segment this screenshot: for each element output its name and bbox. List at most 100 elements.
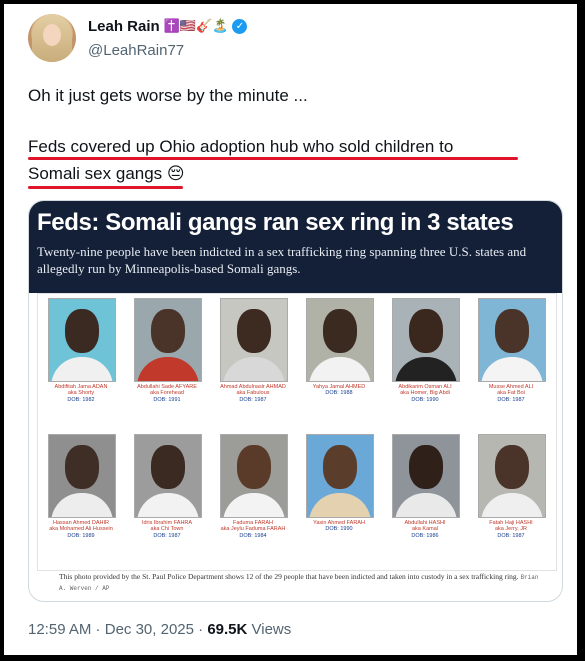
mugshot-caption: Abdikarim Osman ALI aka Homer, Big Abdi DO… <box>392 384 458 403</box>
mugshot-caption: Yahya Jamal AHMED DOB: 1988 <box>306 384 372 397</box>
mugshot-photo <box>220 434 288 518</box>
views-count: 69.5K <box>207 621 248 638</box>
mugshot-dob: DOB: 1986 <box>411 532 439 539</box>
mugshot-head <box>237 309 271 353</box>
article-subhead: Twenty-nine people have been indicted in… <box>37 244 527 276</box>
mugshot-shoulders <box>51 493 113 517</box>
mugshot-head <box>409 309 443 353</box>
mugshot-shoulders <box>481 493 543 517</box>
avatar[interactable] <box>28 14 76 62</box>
red-underline-2 <box>28 186 183 189</box>
mugshot-shoulders <box>481 357 543 381</box>
avatar-face <box>43 24 61 46</box>
mugshot-caption: Ahmad Abdulnasir AHMAD aka Fabulous DOB: 1… <box>220 384 286 403</box>
tweet-meta: 12:59 AM · Dec 30, 2025 · 69.5K Views <box>28 621 291 638</box>
mugshot-shoulders <box>395 357 457 381</box>
mugshot-dob: DOB: 1984 <box>239 532 267 539</box>
mugshot-photo <box>306 434 374 518</box>
author-name-row: Leah Rain ✝️🇺🇸🎸🏝️ ✓ <box>88 18 248 35</box>
mugshot-caption: Abdullahi HASHI aka Kamal DOB: 1986 <box>392 520 458 539</box>
mugshot: Abdullahi HASHI aka Kamal DOB: 1986 <box>392 434 460 539</box>
mugshot: Ahmad Abdulnasir AHMAD aka Fabulous DOB: 1… <box>220 298 288 403</box>
mugshot-photo <box>220 298 288 382</box>
mugshot-head <box>65 445 99 489</box>
mugshot-dob: DOB: 1987 <box>497 396 525 403</box>
mugshot-aka: aka Homer, Big Abdi <box>400 390 450 397</box>
mugshot-aka: aka Jeylu Faduma FARAH <box>220 526 286 533</box>
mugshot-dob: DOB: 1988 <box>325 390 353 397</box>
mugshot-photo <box>478 298 546 382</box>
tweet-line-1: Oh it just gets worse by the minute ... <box>28 86 308 105</box>
mugshot-head <box>237 445 271 489</box>
views-label: Views <box>247 621 292 638</box>
mugshot-caption: Faduma FARAH aka Jeylu Faduma FARAH DOB: 1… <box>220 520 286 539</box>
mugshot-aka: aka Mohamed Ali Hussein <box>49 526 113 533</box>
mugshot: Hassan Ahmed DAHIR aka Mohamed Ali Hussei… <box>48 434 116 539</box>
verified-badge-icon[interactable]: ✓ <box>232 19 248 34</box>
mugshot-photo <box>478 434 546 518</box>
mugshot-photo <box>48 298 116 382</box>
mugshot-shoulders <box>223 493 285 517</box>
mugshot-head <box>151 445 185 489</box>
mugshot-photo <box>134 298 202 382</box>
photo-caption: This photo provided by the St. Paul Poli… <box>59 572 549 594</box>
mugshot-head <box>323 445 357 489</box>
mugshot-head <box>151 309 185 353</box>
mugshot-photo <box>48 434 116 518</box>
mugshot-head <box>323 309 357 353</box>
mugshot: Abdifitah Jama ADAN aka Shorty DOB: 1982 <box>48 298 116 403</box>
mugshot-dob: DOB: 1991 <box>153 396 181 403</box>
mugshot-head <box>495 309 529 353</box>
mugshot: Abdullahi Sade AFYARE aka Forehead DOB: 19… <box>134 298 202 403</box>
tweet-date[interactable]: Dec 30, 2025 <box>105 621 194 638</box>
mugshot-photo <box>134 434 202 518</box>
mugshot-panel: Abdifitah Jama ADAN aka Shorty DOB: 1982 Ab… <box>37 293 557 571</box>
name-emojis: ✝️🇺🇸🎸🏝️ <box>163 19 229 34</box>
mugshot-head <box>65 309 99 353</box>
mugshot-dob: DOB: 1987 <box>497 532 525 539</box>
mugshot-head <box>409 445 443 489</box>
mugshot-shoulders <box>309 357 371 381</box>
attached-image[interactable]: Feds: Somali gangs ran sex ring in 3 sta… <box>28 200 563 602</box>
mugshot: Yahya Jamal AHMED DOB: 1988 <box>306 298 374 397</box>
red-underline-1 <box>28 157 518 160</box>
mugshot-shoulders <box>223 357 285 381</box>
mugshot-photo <box>392 298 460 382</box>
mugshot-caption: Fatah Haji HASHI aka Jerry, JR DOB: 1987 <box>478 520 544 539</box>
mugshot-shoulders <box>51 357 113 381</box>
tweet-time[interactable]: 12:59 AM <box>28 621 91 638</box>
mugshot: Abdikarim Osman ALI aka Homer, Big Abdi DO… <box>392 298 460 403</box>
mugshot-head <box>495 445 529 489</box>
mugshot: Yasin Ahmed FARAH DOB: 1990 <box>306 434 374 533</box>
author-name[interactable]: Leah Rain <box>88 18 160 35</box>
mugshot-shoulders <box>309 493 371 517</box>
mugshot: Idris Ibrahim FAHRA aka Chi Town DOB: 1987 <box>134 434 202 539</box>
mugshot-caption: Abdifitah Jama ADAN aka Shorty DOB: 1982 <box>48 384 114 403</box>
mugshot-caption: Abdullahi Sade AFYARE aka Forehead DOB: 19… <box>134 384 200 403</box>
mugshot-shoulders <box>137 357 199 381</box>
meta-separator: · <box>193 621 208 638</box>
mugshot-dob: DOB: 1990 <box>325 526 353 533</box>
tweet-line-3: Somali sex gangs 😔 <box>28 162 185 186</box>
tweet-line-3-text: Somali sex gangs <box>28 164 163 183</box>
article-headline: Feds: Somali gangs ran sex ring in 3 sta… <box>37 209 514 236</box>
mugshot: Musse Ahmed ALI aka Fat Boi DOB: 1987 <box>478 298 546 403</box>
mugshot-caption: Hassan Ahmed DAHIR aka Mohamed Ali Hussei… <box>48 520 114 539</box>
mugshot-dob: DOB: 1989 <box>67 532 95 539</box>
mugshot: Fatah Haji HASHI aka Jerry, JR DOB: 1987 <box>478 434 546 539</box>
mugshot: Faduma FARAH aka Jeylu Faduma FARAH DOB: 1… <box>220 434 288 539</box>
article-header: Feds: Somali gangs ran sex ring in 3 sta… <box>29 201 562 293</box>
mugshot-dob: DOB: 1987 <box>239 396 267 403</box>
mugshot-photo <box>392 434 460 518</box>
mugshot-caption: Musse Ahmed ALI aka Fat Boi DOB: 1987 <box>478 384 544 403</box>
mugshot-caption: Yasin Ahmed FARAH DOB: 1990 <box>306 520 372 533</box>
author-handle[interactable]: @LeahRain77 <box>88 42 184 59</box>
mugshot-shoulders <box>137 493 199 517</box>
mugshot-dob: DOB: 1982 <box>67 396 95 403</box>
caption-text: This photo provided by the St. Paul Poli… <box>59 572 519 581</box>
tweet-card: Leah Rain ✝️🇺🇸🎸🏝️ ✓ @LeahRain77 Oh it ju… <box>4 4 577 655</box>
mugshot-caption: Idris Ibrahim FAHRA aka Chi Town DOB: 1987 <box>134 520 200 539</box>
pensive-face-emoji: 😔 <box>166 164 185 184</box>
tweet-line-2: Feds covered up Ohio adoption hub who so… <box>28 137 454 156</box>
mugshot-dob: DOB: 1990 <box>411 396 439 403</box>
